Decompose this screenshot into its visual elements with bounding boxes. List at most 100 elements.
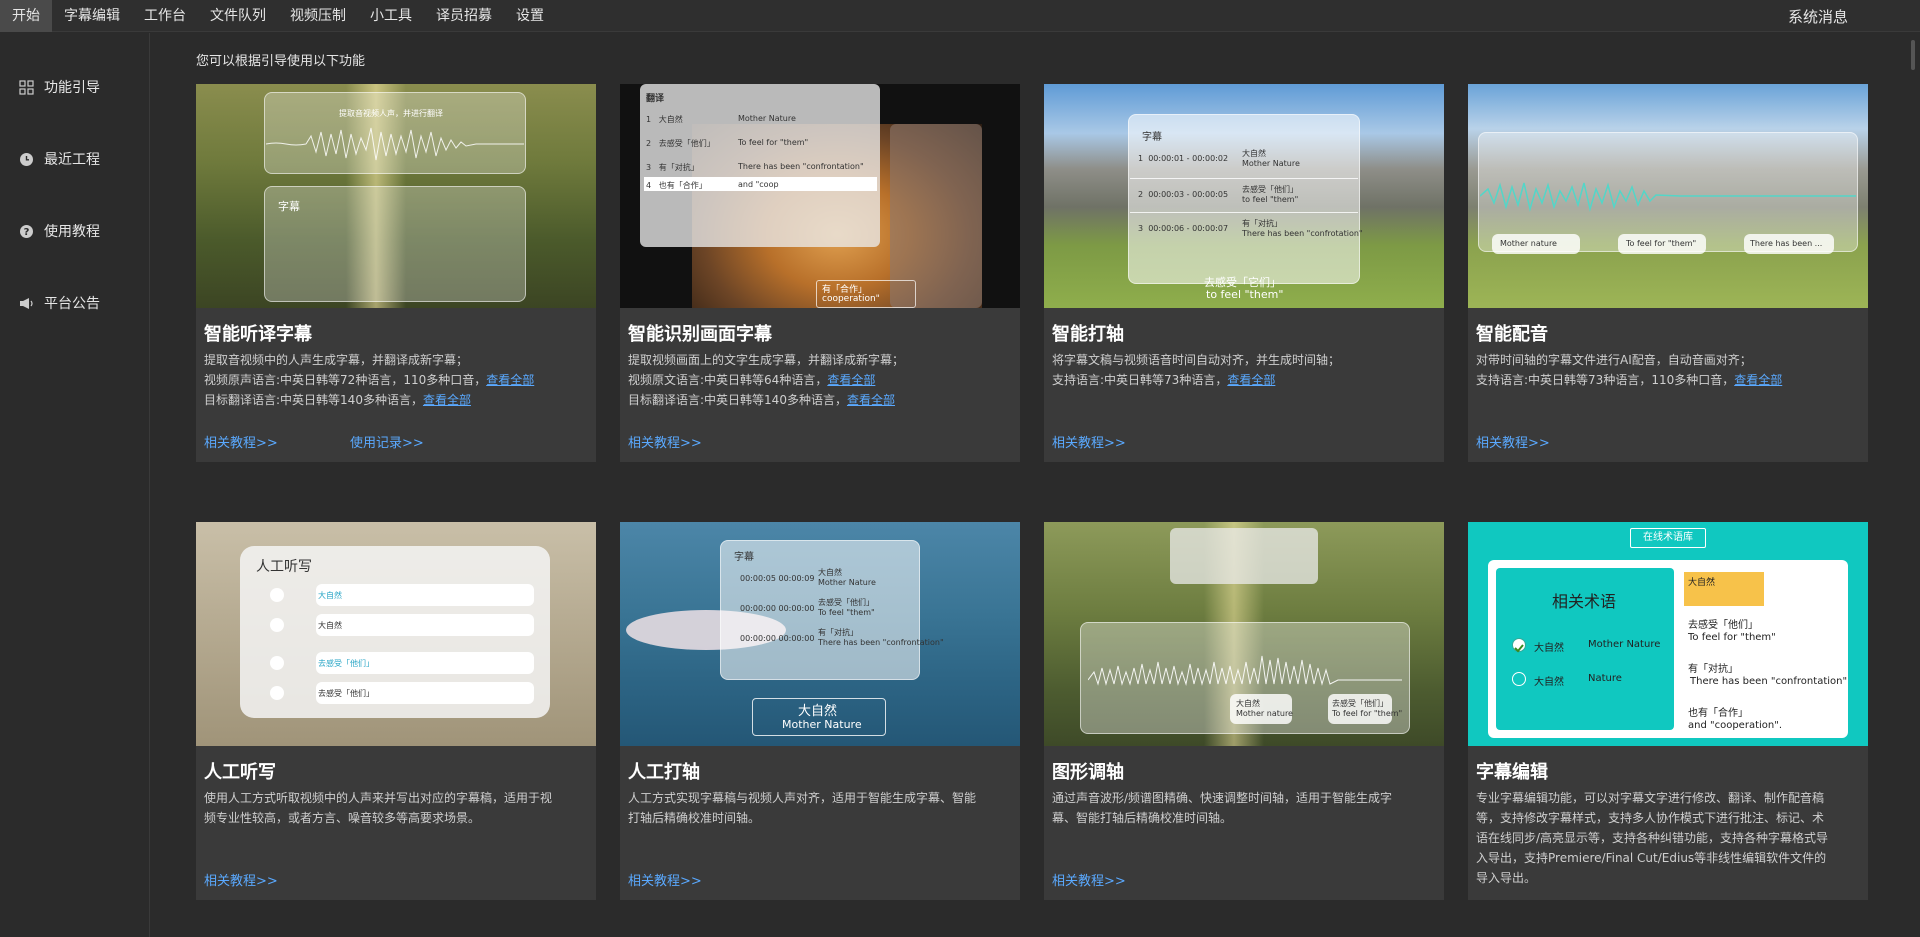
row-cn: 去感受「他们」 [818,598,874,607]
tutorial-link[interactable]: 相关教程>> [204,432,278,451]
term-highlight: 大自然 [1688,578,1716,588]
menu-file-queue[interactable]: 文件队列 [198,0,278,32]
feature-card-smart-dubbing[interactable]: Mother nature To feel for "them" There h… [1468,84,1868,462]
row-en: Mother Nature [818,578,876,587]
panel-title: 相关术语 [1552,592,1617,611]
menu-workbench[interactable]: 工作台 [132,0,198,32]
desc-line: 视频原声语言:中英日韩等72种语言，110多种口音，查看全部 [204,370,590,390]
tutorial-link[interactable]: 相关教程>> [628,870,702,889]
row-end: 00:00:05 [1192,190,1229,199]
row-cn: 有「对抗」 [658,163,699,172]
sidebar-item-recent-projects[interactable]: 最近工程 [18,149,100,169]
overlay-top-text: 提取音视频人声，并进行翻译 [339,109,443,118]
card-description: 提取视频画面上的文字生成字幕，并翻译成新字幕； 视频原文语言:中英日韩等64种语… [628,350,1014,410]
desc-line: 提取音视频中的人声生成字幕，并翻译成新字幕； [204,353,469,367]
desc-line: 通过声音波形/频谱图精确、快速调整时间轴，适用于智能生成字 [1052,791,1393,805]
feature-card-manual-timing[interactable]: 字幕 00:00:05 00:00:09 大自然 Mother Nature 0… [620,522,1020,900]
card-image: 字幕 00:00:05 00:00:09 大自然 Mother Nature 0… [620,522,1020,746]
row-time: 00:00:00 00:00:00 [740,634,815,643]
desc-line: 人工方式实现字幕稿与视频人声对齐，适用于智能生成字幕、智能 [628,791,977,805]
voice-chip: To feel for "them" [1626,239,1697,248]
edit-icon [270,686,284,700]
card-description: 通过声音波形/频谱图精确、快速调整时间轴，适用于智能生成字 幕、智能打轴后精确校… [1052,788,1438,828]
see-all-link[interactable]: 查看全部 [1227,373,1275,387]
card-image: Mother nature To feel for "them" There h… [1468,84,1868,308]
mic-icon [270,656,284,670]
desc-line: 支持语言:中英日韩等73种语言，110多种口音，查看全部 [1476,370,1862,390]
feature-card-subtitle-edit[interactable]: 在线术语库 相关术语 大自然 Mother Nature 大自然 Nature … [1468,522,1868,900]
menu-video-compress[interactable]: 视频压制 [278,0,358,32]
sidebar-item-tutorials[interactable]: ? 使用教程 [18,221,100,241]
feature-card-smart-timing[interactable]: 字幕 1 00:00:01 - 00:00:02 大自然 Mother Natu… [1044,84,1444,462]
sidebar-item-label: 使用教程 [44,224,100,240]
tutorial-link[interactable]: 相关教程>> [204,870,278,889]
desc-line: 目标翻译语言:中英日韩等140多种语言，查看全部 [204,390,590,410]
radio-icon[interactable] [1512,672,1526,686]
desc-line: 打轴后精确校准时间轴。 [628,811,761,825]
see-all-link[interactable]: 查看全部 [1734,373,1782,387]
row-num: 3 [1138,224,1144,233]
see-all-link[interactable]: 查看全部 [847,393,895,407]
main-menu: 开始 字幕编辑 工作台 文件队列 视频压制 小工具 译员招募 设置 [0,0,556,32]
vertical-scrollbar[interactable] [1905,33,1920,937]
card-title: 人工打轴 [628,762,700,783]
desc-line: 频专业性较高，或者方言、噪音较多等高要求场景。 [204,811,481,825]
svg-text:?: ? [23,227,29,238]
usage-record-link[interactable]: 使用记录>> [350,432,424,451]
help-icon: ? [18,223,34,239]
row-cn: 有「对抗」 [1242,219,1282,228]
overlay-header: 字幕 [734,552,754,563]
sidebar-item-feature-guide[interactable]: 功能引导 [18,77,100,97]
see-all-link[interactable]: 查看全部 [423,393,471,407]
tutorial-link[interactable]: 相关教程>> [1052,870,1126,889]
tutorial-link[interactable]: 相关教程>> [1052,432,1126,451]
overlay-sub-en: cooperation" [822,294,880,304]
desc-line: 入导出，支持Premiere/Final Cut/Edius等非线性编辑软件文件… [1476,851,1827,865]
row-end: 00:00:07 [1192,224,1229,233]
card-image: 字幕 1 00:00:01 - 00:00:02 大自然 Mother Natu… [1044,84,1444,308]
desc-text: 视频原声语言:中英日韩等72种语言，110多种口音， [204,373,487,387]
row-en: To feel for "them" [738,138,809,147]
feature-card-graphic-timing[interactable]: 大自然 Mother nature 去感受「他们」 To feel for "t… [1044,522,1444,900]
desc-line: 导入导出。 [1476,871,1537,885]
desc-line: 提取视频画面上的文字生成字幕，并翻译成新字幕； [628,353,905,367]
sidebar-item-label: 最近工程 [44,152,100,168]
desc-line: 专业字幕编辑功能，可以对字幕文字进行修改、翻译、制作配音稿 [1476,791,1825,805]
row-start: 00:00:03 [1148,190,1185,199]
desc-line: 使用人工方式听取视频中的人声来并写出对应的字幕稿，适用于视 [204,791,553,805]
chip-en: To feel for "them" [1332,709,1403,718]
menu-subtitle-edit[interactable]: 字幕编辑 [52,0,132,32]
online-termbase-button[interactable]: 在线术语库 [1630,528,1706,548]
overlay-sub-en: Mother Nature [782,718,862,731]
card-description: 专业字幕编辑功能，可以对字幕文字进行修改、翻译、制作配音稿 等，支持修改字幕样式… [1476,788,1862,888]
row-start: 00:00:06 [1148,224,1185,233]
feature-card-screen-text-recognition[interactable]: 翻译 1 大自然 Mother Nature 2 去感受「他们」 To feel… [620,84,1020,462]
overlay-box-label: 字幕 [278,200,300,213]
term-cn: 也有「合作」 [1688,708,1748,719]
sidebar-item-announcements[interactable]: 平台公告 [18,293,100,313]
feature-card-smart-listen-translate[interactable]: 提取音视频人声，并进行翻译 字幕 智能听译字幕 提取音视频中的人声生成字幕，并翻… [196,84,596,462]
desc-text: 支持语言:中英日韩等73种语言， [1052,373,1228,387]
transcribe-item: 大自然 [318,621,342,630]
term-cn: 有「对抗」 [1688,664,1738,675]
menu-translator-recruit[interactable]: 译员招募 [424,0,504,32]
tutorial-link[interactable]: 相关教程>> [1476,432,1550,451]
checked-radio-icon[interactable] [1512,638,1526,653]
menu-tools[interactable]: 小工具 [358,0,424,32]
menu-settings[interactable]: 设置 [504,0,556,32]
see-all-link[interactable]: 查看全部 [827,373,875,387]
scrollbar-thumb[interactable] [1911,40,1915,70]
term-en: To feel for "them" [1688,632,1776,643]
tutorial-link[interactable]: 相关教程>> [628,432,702,451]
card-title: 人工听写 [204,762,276,783]
card-image: 在线术语库 相关术语 大自然 Mother Nature 大自然 Nature … [1468,522,1868,746]
system-messages-button[interactable]: 系统消息 [1788,0,1848,32]
row-end: 00:00:02 [1192,154,1229,163]
menu-start[interactable]: 开始 [0,0,52,32]
overlay-header: 翻译 [646,94,665,104]
row-cn: 大自然 [658,115,683,124]
desc-line: 支持语言:中英日韩等73种语言，查看全部 [1052,370,1438,390]
feature-card-manual-transcribe[interactable]: 人工听写 大自然 大自然 去感受「他们」 去感受「他们」 人工听写 使用人工方式… [196,522,596,900]
see-all-link[interactable]: 查看全部 [486,373,534,387]
voice-chip: There has been ... [1750,239,1823,248]
